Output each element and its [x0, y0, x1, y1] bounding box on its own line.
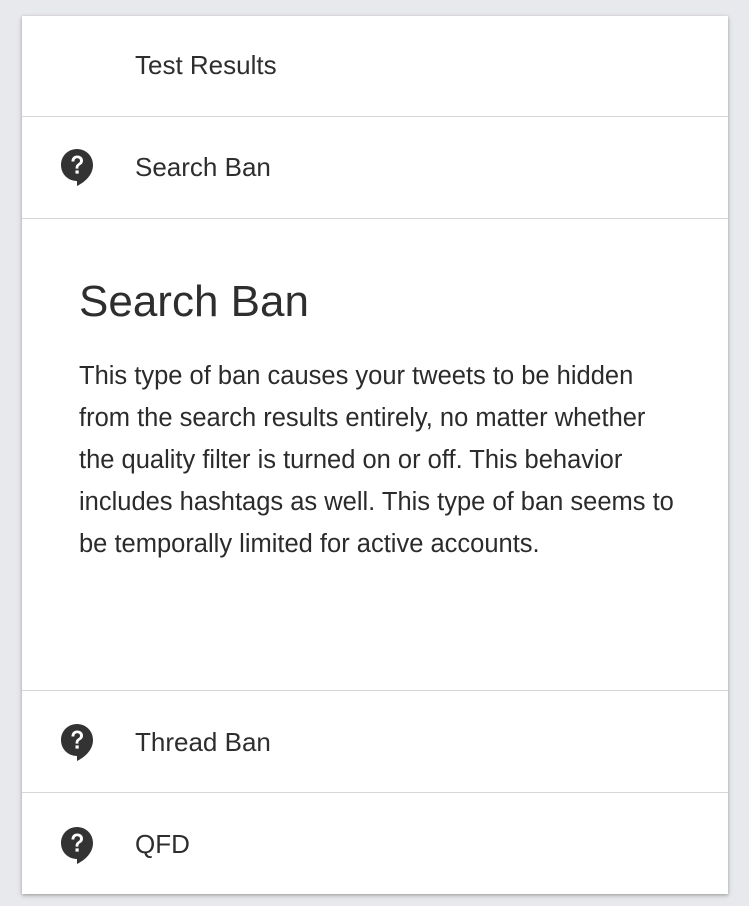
- detail-title: Search Ban: [79, 277, 309, 326]
- accordion-item-qfd[interactable]: QFD: [22, 793, 728, 894]
- test-results-label: Test Results: [135, 50, 277, 80]
- help-icon: [59, 147, 95, 187]
- accordion-item-search-ban[interactable]: Search Ban: [22, 117, 728, 219]
- test-results-header: Test Results: [22, 16, 728, 117]
- search-ban-detail: Search Ban This type of ban causes your …: [22, 219, 728, 691]
- help-icon: [59, 722, 95, 762]
- thread-ban-label: Thread Ban: [135, 727, 271, 757]
- qfd-label: QFD: [135, 829, 190, 859]
- test-results-panel: Test Results Search Ban Search Ban This …: [22, 16, 728, 894]
- detail-description: This type of ban causes your tweets to b…: [79, 362, 674, 558]
- search-ban-label: Search Ban: [135, 152, 271, 182]
- accordion-item-thread-ban[interactable]: Thread Ban: [22, 691, 728, 793]
- help-icon: [59, 825, 95, 865]
